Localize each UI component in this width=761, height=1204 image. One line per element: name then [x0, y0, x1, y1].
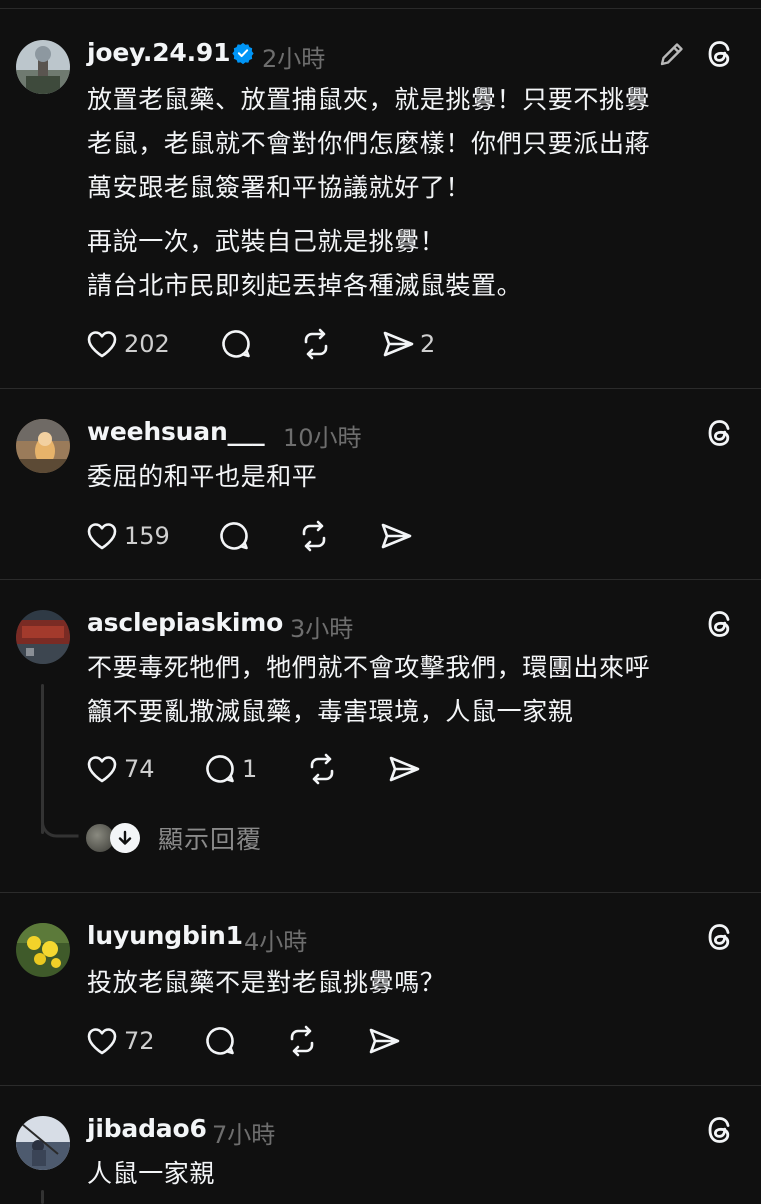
post-line: 再說一次，武裝自己就是挑釁！ — [87, 227, 446, 256]
post-line: 不要毒死牠們，牠們就不會攻擊我們，環團出來呼 — [87, 653, 651, 682]
send-icon — [369, 1028, 400, 1054]
avatar[interactable] — [16, 40, 70, 94]
pencil-icon[interactable] — [656, 38, 688, 70]
repost-button[interactable] — [296, 516, 332, 556]
threads-logo-icon[interactable] — [703, 920, 737, 954]
share-button[interactable] — [378, 516, 414, 556]
post-time: 10小時 — [283, 424, 362, 452]
avatar[interactable] — [16, 1116, 70, 1170]
send-icon — [389, 756, 420, 782]
post-time: 3小時 — [290, 615, 354, 643]
post-line: 籲不要亂撒滅鼠藥，毒害環境，人鼠一家親 — [87, 697, 574, 726]
share-button[interactable] — [386, 749, 422, 789]
like-button[interactable]: 74 — [84, 749, 155, 789]
like-button[interactable]: 159 — [84, 516, 170, 556]
heart-icon — [87, 523, 117, 550]
repost-button[interactable] — [304, 749, 340, 789]
avatar[interactable] — [16, 419, 70, 473]
reply-button[interactable]: 1 — [202, 749, 257, 789]
like-count: 202 — [124, 330, 170, 358]
username[interactable]: joey.24.91 — [87, 38, 230, 67]
thread-connector-curve — [41, 816, 79, 838]
post-time: 4小時 — [244, 928, 308, 956]
verified-badge-icon — [232, 42, 254, 64]
post-line: 放置老鼠藥、放置捕鼠夾，就是挑釁！只要不挑釁 — [87, 85, 651, 114]
share-button[interactable] — [366, 1021, 402, 1061]
reply-button[interactable] — [218, 324, 254, 364]
like-count: 72 — [124, 1027, 155, 1055]
repost-button[interactable] — [284, 1021, 320, 1061]
like-count: 74 — [124, 755, 155, 783]
like-count: 159 — [124, 522, 170, 550]
comment-icon — [222, 330, 250, 358]
post-line: 投放老鼠藥不是對老鼠挑釁嗎？ — [87, 968, 446, 997]
threads-logo-icon[interactable] — [703, 607, 737, 641]
post-line: 萬安跟老鼠簽署和平協議就好了！ — [87, 173, 472, 202]
post-line: 老鼠，老鼠就不會對你們怎麼樣！你們只要派出蔣 — [87, 129, 651, 158]
send-icon — [381, 523, 412, 549]
send-icon — [383, 331, 414, 357]
post-time: 7小時 — [212, 1121, 276, 1149]
repost-icon — [290, 1025, 314, 1057]
reply-button[interactable] — [202, 1021, 238, 1061]
avatar[interactable] — [16, 610, 70, 664]
post-weehsuan: weehsuan___ 10小時 委屈的和平也是和平 159 — [0, 389, 761, 580]
reply-button[interactable] — [216, 516, 252, 556]
post-line: 人鼠一家親 — [87, 1159, 216, 1188]
repost-icon — [304, 328, 328, 360]
show-replies-label: 顯示回覆 — [158, 825, 263, 854]
heart-icon — [87, 1028, 117, 1055]
comment-icon — [220, 522, 248, 550]
post-line: 委屈的和平也是和平 — [87, 462, 318, 491]
username[interactable]: jibadao6 — [87, 1114, 207, 1143]
arrow-down-icon — [110, 823, 140, 853]
post-joey: joey.24.91 2小時 放置老鼠藥、放置捕鼠夾，就是挑釁！只要不挑釁 老鼠… — [0, 10, 761, 389]
repost-icon — [310, 753, 334, 785]
thread-connector-line — [41, 1190, 44, 1204]
avatar[interactable] — [16, 923, 70, 977]
threads-logo-icon[interactable] — [703, 1113, 737, 1147]
post-jibadao6: jibadao6 7小時 人鼠一家親 — [0, 1086, 761, 1204]
repost-button[interactable] — [298, 324, 334, 364]
like-button[interactable]: 202 — [84, 324, 170, 364]
repost-icon — [302, 520, 326, 552]
comment-icon — [206, 1027, 234, 1055]
post-time: 2小時 — [262, 45, 326, 73]
threads-logo-icon[interactable] — [703, 37, 737, 71]
post-luyungbin1: luyungbin1 4小時 投放老鼠藥不是對老鼠挑釁嗎？ 72 — [0, 893, 761, 1086]
heart-icon — [87, 331, 117, 358]
heart-icon — [87, 756, 117, 783]
comment-icon — [206, 755, 234, 783]
like-button[interactable]: 72 — [84, 1021, 155, 1061]
thread-connector-line — [41, 684, 44, 834]
post-asclepiaskimo: asclepiaskimo 3小時 不要毒死牠們，牠們就不會攻擊我們，環團出來呼… — [0, 580, 761, 893]
post-line: 請台北市民即刻起丟掉各種滅鼠裝置。 — [87, 271, 523, 300]
share-count: 2 — [420, 330, 436, 358]
share-button[interactable]: 2 — [380, 324, 435, 364]
top-divider — [0, 8, 761, 9]
show-replies-button[interactable]: 顯示回覆 — [84, 820, 262, 856]
username[interactable]: weehsuan___ — [87, 417, 265, 446]
username[interactable]: luyungbin1 — [87, 921, 243, 950]
reply-count: 1 — [242, 755, 258, 783]
threads-logo-icon[interactable] — [703, 416, 737, 450]
username[interactable]: asclepiaskimo — [87, 608, 283, 637]
